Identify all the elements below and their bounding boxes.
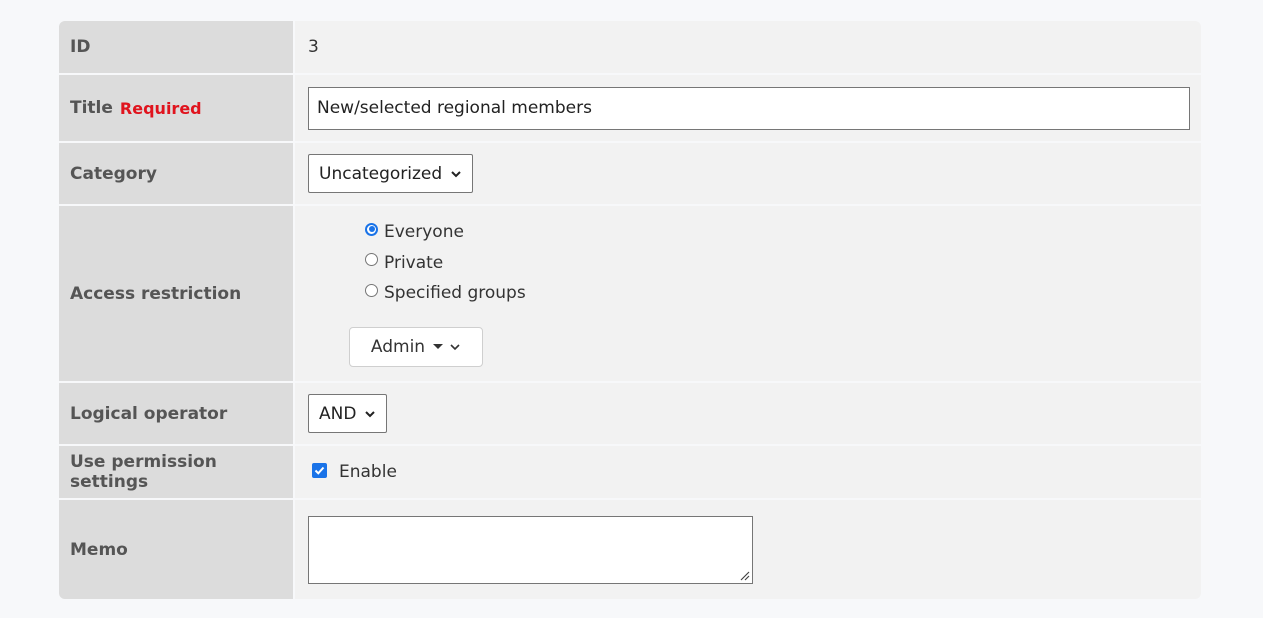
logical-operator-label: Logical operator [59, 383, 295, 444]
title-input[interactable]: New/selected regional members [308, 86, 1190, 130]
logical-operator-select[interactable]: AND [308, 394, 388, 433]
radio-everyone-label[interactable]: Everyone [384, 222, 464, 242]
memo-label: Memo [59, 500, 295, 599]
group-dropdown-button[interactable]: Admin [349, 326, 483, 367]
resize-grip-icon[interactable] [738, 569, 750, 581]
memo-value-cell [295, 500, 1201, 599]
chevron-down-icon [451, 170, 461, 177]
radio-specified-groups[interactable] [365, 283, 378, 297]
id-label-text: ID [70, 37, 91, 57]
chevron-down-icon [450, 343, 460, 350]
category-value-cell: Uncategorized [295, 143, 1201, 204]
memo-label-text: Memo [70, 539, 128, 560]
title-input-value: New/selected regional members [317, 98, 592, 118]
edit-form: ID 3 Title Required New/selected regiona… [59, 21, 1201, 599]
group-button-label: Admin [370, 336, 426, 357]
form-row-logical-operator: Logical operator AND [59, 383, 1201, 446]
logical-operator-value-cell: AND [295, 383, 1201, 444]
radio-private-label[interactable]: Private [384, 253, 443, 273]
radio-option-specified-groups[interactable]: Specified groups [365, 278, 1190, 309]
id-value: 3 [308, 37, 319, 57]
access-value-cell: Everyone Private Specified groups Admin [295, 206, 1201, 381]
form-row-title: Title Required New/selected regional mem… [59, 75, 1201, 143]
radio-everyone[interactable] [365, 222, 378, 236]
form-row-id: ID 3 [59, 21, 1201, 75]
form-row-permission: Use permission settings Enable [59, 446, 1201, 500]
radio-option-private[interactable]: Private [365, 248, 1190, 279]
title-label: Title Required [59, 75, 295, 141]
form-row-memo: Memo [59, 500, 1201, 599]
access-label-text: Access restriction [70, 283, 242, 304]
category-label-text: Category [70, 163, 157, 184]
logical-operator-label-text: Logical operator [70, 403, 228, 424]
radio-specified-groups-label[interactable]: Specified groups [384, 283, 526, 303]
memo-textarea[interactable] [308, 515, 753, 584]
checkmark-icon [314, 466, 325, 475]
id-value-cell: 3 [295, 21, 1201, 73]
access-label: Access restriction [59, 206, 295, 381]
title-value-cell: New/selected regional members [295, 75, 1201, 141]
permission-label: Use permission settings [59, 446, 295, 498]
chevron-down-icon [365, 410, 376, 417]
enable-checkbox-label[interactable]: Enable [339, 462, 397, 482]
category-selected-value: Uncategorized [319, 163, 443, 184]
enable-checkbox[interactable] [312, 462, 327, 478]
form-row-category: Category Uncategorized [59, 143, 1201, 206]
form-row-access: Access restriction Everyone Private Spec… [59, 206, 1201, 383]
permission-value-cell: Enable [295, 446, 1201, 498]
title-label-text: Title [70, 98, 113, 118]
logical-operator-selected-value: AND [319, 403, 357, 424]
radio-private[interactable] [365, 253, 378, 267]
required-badge: Required [119, 98, 202, 118]
permission-label-text: Use permission settings [70, 452, 217, 492]
radio-option-everyone[interactable]: Everyone [365, 217, 1190, 248]
category-select[interactable]: Uncategorized [308, 154, 474, 193]
caret-down-icon [433, 344, 444, 349]
access-radio-group: Everyone Private Specified groups [308, 217, 1190, 309]
category-label: Category [59, 143, 295, 204]
id-label: ID [59, 21, 295, 73]
